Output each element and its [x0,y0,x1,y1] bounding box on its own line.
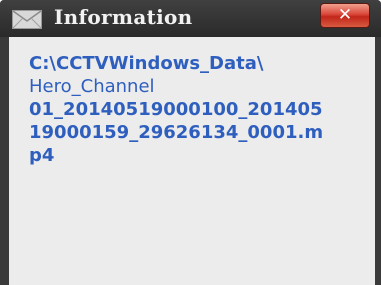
dialog-title: Information [54,5,193,29]
file-path-message: C:\CCTVWindows_Data\ Hero_Channel 01_201… [29,52,369,167]
title-bar[interactable]: Information ✕ [0,0,381,37]
message-line: p4 [29,145,55,166]
message-line: 01_20140519000100_201405 [29,99,323,120]
message-line: Hero_Channel [29,76,155,97]
message-line: 19000159_29626134_0001.m [29,122,324,143]
close-button[interactable]: ✕ [320,3,370,28]
dialog-content: C:\CCTVWindows_Data\ Hero_Channel 01_201… [9,37,375,285]
envelope-icon [12,10,42,29]
information-dialog: Information ✕ C:\CCTVWindows_Data\ Hero_… [0,0,381,285]
message-line: C:\CCTVWindows_Data\ [29,53,264,74]
